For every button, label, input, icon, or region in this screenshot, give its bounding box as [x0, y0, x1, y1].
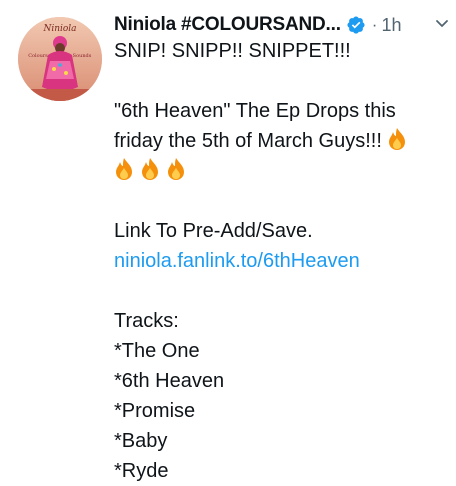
fanlink-link[interactable]: niniola.fanlink.to/6thHeaven	[114, 246, 444, 276]
fire-emoji-icon	[166, 157, 186, 181]
chevron-down-icon[interactable]	[434, 14, 450, 34]
tweet-header: Niniola #COLOURSAND... · 1h	[114, 12, 450, 38]
tweet-line: "6th Heaven" The Ep Drops this	[114, 100, 396, 122]
avatar[interactable]: Niniola Colours Sounds	[18, 17, 102, 101]
timestamp[interactable]: 1h	[381, 15, 401, 36]
track-item: *Promise	[114, 400, 196, 422]
emoji-line	[114, 156, 444, 186]
verified-badge-icon	[346, 15, 366, 35]
tracks-header: Tracks:	[114, 310, 179, 332]
tweet-line: SNIP! SNIPP!! SNIPPET!!!	[114, 40, 351, 62]
track-item: *The One	[114, 340, 200, 362]
tweet-text: SNIP! SNIPP!! SNIPPET!!! "6th Heaven" Th…	[114, 36, 444, 486]
svg-text:Sounds: Sounds	[73, 53, 92, 59]
avatar-logo-text: Niniola	[42, 24, 76, 34]
tweet-line: Link To Pre-Add/Save.	[114, 220, 313, 242]
tweet-line: friday the 5th of March Guys!!!	[114, 126, 444, 156]
track-item: *Baby	[114, 430, 168, 452]
track-item: *6th Heaven	[114, 370, 225, 392]
track-item: *Ryde	[114, 460, 169, 482]
avatar-image: Niniola Colours Sounds	[18, 17, 102, 101]
fire-emoji-icon	[114, 157, 134, 181]
tweet-line-text: friday the 5th of March Guys!!!	[114, 130, 382, 152]
separator-dot: ·	[371, 15, 378, 34]
fire-emoji-icon	[387, 127, 407, 151]
fire-emoji-icon	[140, 157, 160, 181]
svg-text:Colours: Colours	[28, 53, 48, 59]
display-name[interactable]: Niniola #COLOURSAND...	[114, 14, 341, 36]
tweet[interactable]: Niniola Colours Sounds Niniola #COLOURSA…	[0, 0, 456, 482]
